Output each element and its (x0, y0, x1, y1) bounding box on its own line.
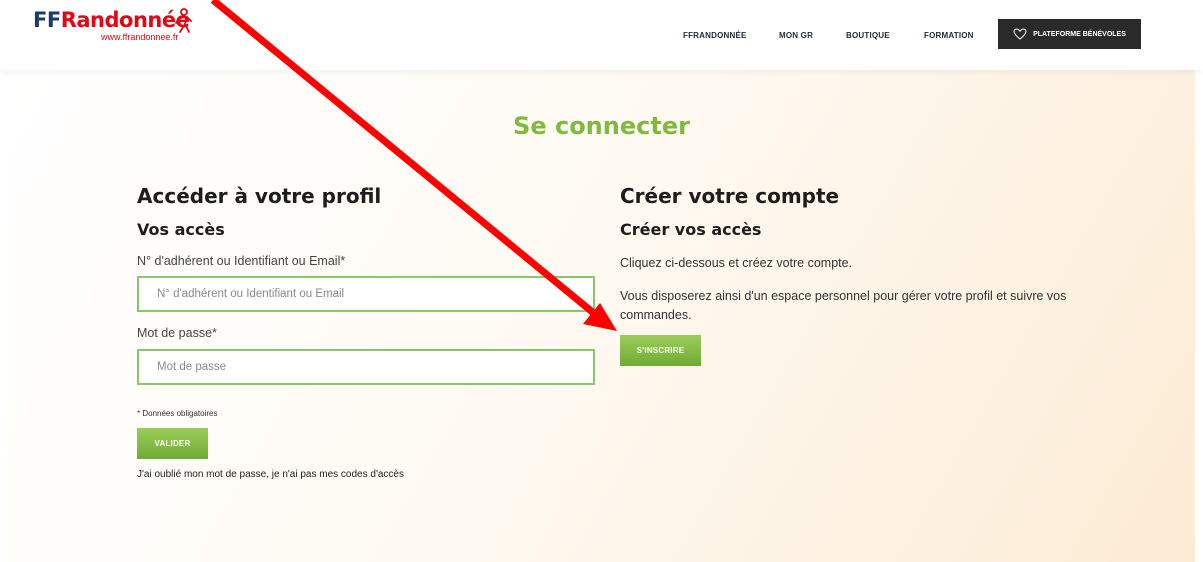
forgot-password-link[interactable]: J'ai oublié mon mot de passe, je n'ai pa… (137, 469, 404, 480)
id-input[interactable] (137, 276, 595, 312)
validate-button[interactable]: VALIDER (137, 428, 208, 459)
hiker-icon (175, 8, 192, 33)
logo-wordmark: FFRandonnée (33, 8, 190, 32)
nav-ffrandonnee[interactable]: FFRANDONNÉE (683, 31, 747, 40)
plateforme-benevoles-button[interactable]: PLATEFORME BÉNÉVOLES (998, 19, 1141, 49)
signup-text-1: Cliquez ci-dessous et créez votre compte… (620, 256, 853, 270)
signup-button[interactable]: S'INSCRIRE (620, 335, 701, 366)
ffrandonnee-logo[interactable]: FFRandonnée www.ffrandonnee.fr (33, 8, 193, 56)
heart-hands-icon (1013, 28, 1027, 40)
id-label: N° d'adhérent ou Identifiant ou Email* (137, 254, 346, 268)
signup-text-2: Vous disposerez ainsi d'un espace person… (620, 289, 1067, 322)
page-title: Se connecter (513, 112, 690, 140)
login-heading: Accéder à votre profil (137, 184, 382, 208)
password-label: Mot de passe* (137, 326, 217, 340)
password-input[interactable] (137, 349, 595, 385)
required-note: * Données obligatoires (137, 409, 218, 418)
signup-subheading: Créer vos accès (620, 220, 762, 239)
login-subheading: Vos accès (137, 220, 225, 239)
nav-mon-gr[interactable]: MON GR (779, 31, 813, 40)
logo-url: www.ffrandonnee.fr (101, 32, 179, 42)
signup-heading: Créer votre compte (620, 184, 840, 208)
cta-label: PLATEFORME BÉNÉVOLES (1033, 30, 1126, 38)
site-header: FFRandonnée www.ffrandonnee.fr FFRANDONN… (0, 0, 1203, 70)
nav-boutique[interactable]: BOUTIQUE (846, 31, 890, 40)
nav-formation[interactable]: FORMATION (924, 31, 974, 40)
